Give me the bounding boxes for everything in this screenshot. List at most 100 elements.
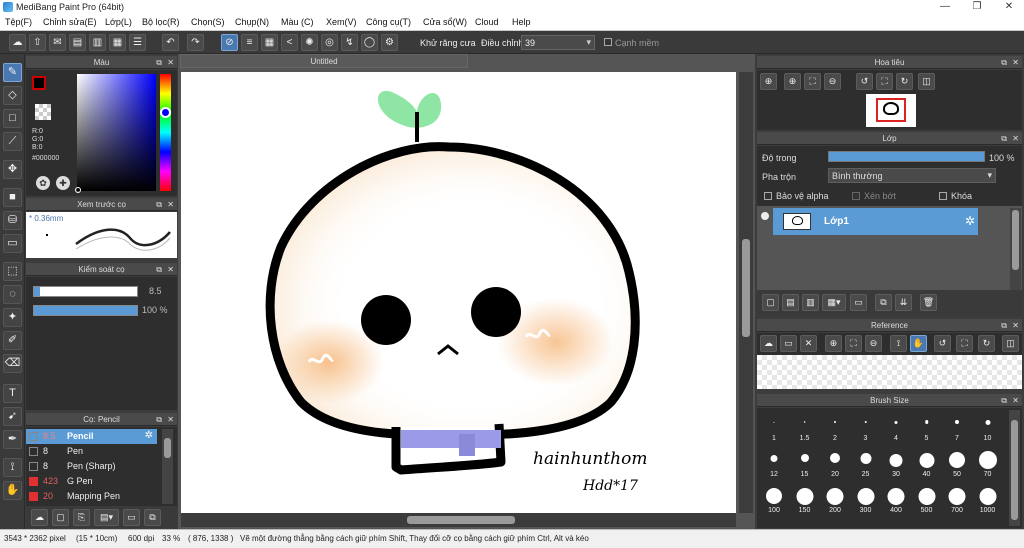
flip-icon[interactable]: ◫: [1002, 335, 1019, 352]
fit-icon[interactable]: ⛶: [845, 335, 862, 352]
brush-size-cell[interactable]: 5: [912, 412, 942, 442]
zoom-icon[interactable]: ⊕: [760, 73, 777, 90]
magic-wand-tool-icon[interactable]: ✦: [3, 308, 22, 327]
brush-size-cell[interactable]: 4: [881, 412, 911, 442]
brush-size-scrollbar[interactable]: [1009, 410, 1020, 526]
brush-size-cell[interactable]: 10: [973, 412, 1003, 442]
minimize-button[interactable]: —: [930, 1, 960, 12]
select-pen-tool-icon[interactable]: ✐: [3, 331, 22, 350]
operation-tool-icon[interactable]: ➹: [3, 407, 22, 426]
document-icon[interactable]: ▥: [89, 34, 106, 51]
brush-size-cell[interactable]: 7: [942, 412, 972, 442]
brush-size-cell[interactable]: 500: [912, 484, 942, 514]
reference-image-area[interactable]: [757, 355, 1022, 389]
close-icon[interactable]: ✕: [1012, 56, 1019, 69]
circle-snap-icon[interactable]: ◎: [321, 34, 338, 51]
close-icon[interactable]: ✕: [167, 263, 174, 276]
eye-icon[interactable]: [761, 212, 769, 220]
clipping-checkbox[interactable]: [852, 192, 860, 200]
maximize-button[interactable]: ❐: [962, 1, 992, 12]
brush-size-cell[interactable]: 1.5: [790, 412, 820, 442]
copy-brush-icon[interactable]: ⎘: [73, 509, 90, 526]
zoom-out-icon[interactable]: ⊖: [824, 73, 841, 90]
gear-icon[interactable]: ✲: [965, 214, 975, 228]
folder-icon[interactable]: ▭: [123, 509, 140, 526]
radial-snap-icon[interactable]: ✺: [301, 34, 318, 51]
close-icon[interactable]: ✕: [167, 198, 174, 211]
brush-size-slider[interactable]: [33, 286, 138, 297]
menu-layer[interactable]: Lớp(L): [105, 17, 132, 27]
curve-snap-icon[interactable]: ↯: [341, 34, 358, 51]
eyedropper-icon[interactable]: ⟟: [890, 335, 907, 352]
close-icon[interactable]: ✕: [1012, 394, 1019, 407]
brush-size-cell[interactable]: 3: [851, 412, 881, 442]
cross-snap-icon[interactable]: ▦: [261, 34, 278, 51]
undock-icon[interactable]: ⧉: [1001, 394, 1007, 407]
parallel-snap-icon[interactable]: ≡: [241, 34, 258, 51]
saturation-value-picker[interactable]: [75, 74, 156, 193]
close-button[interactable]: ✕: [994, 1, 1024, 12]
hue-handle[interactable]: [160, 107, 171, 118]
undo-icon[interactable]: ↶: [162, 34, 179, 51]
brush-size-cell[interactable]: 700: [942, 484, 972, 514]
undock-icon[interactable]: ⧉: [156, 56, 162, 69]
undock-icon[interactable]: ⧉: [1001, 56, 1007, 69]
menu-edit[interactable]: Chỉnh sửa(E): [43, 17, 97, 27]
brush-list-scrollbar[interactable]: [162, 429, 173, 504]
close-icon[interactable]: ✕: [1012, 132, 1019, 145]
new-folder-icon[interactable]: ▭: [850, 294, 867, 311]
correction-select[interactable]: 39 ▾: [521, 35, 595, 50]
brush-size-cell[interactable]: 300: [851, 484, 881, 514]
canvas-vertical-scrollbar[interactable]: [739, 72, 753, 513]
scroll-thumb[interactable]: [1012, 210, 1019, 270]
brush-size-cell[interactable]: 1: [759, 412, 789, 442]
select-eraser-tool-icon[interactable]: ⌫: [3, 354, 22, 373]
menu-color[interactable]: Màu (C): [281, 17, 314, 27]
foreground-color-swatch[interactable]: [32, 76, 46, 90]
open-folder-icon[interactable]: ▭: [780, 335, 797, 352]
redo-icon[interactable]: ↷: [187, 34, 204, 51]
menu-cloud[interactable]: Cloud: [475, 17, 499, 27]
canvas-horizontal-scrollbar[interactable]: [181, 513, 736, 527]
cloud-brush-icon[interactable]: ☁: [31, 509, 48, 526]
eyedropper-tool-icon[interactable]: ⟟: [3, 458, 22, 477]
new-halftone-layer-icon[interactable]: ▦▾: [822, 294, 846, 311]
menu-window[interactable]: Cửa sổ(W): [423, 17, 467, 27]
brush-size-cell[interactable]: 400: [881, 484, 911, 514]
layer-row[interactable]: Lớp1 ✲: [773, 208, 978, 235]
rotate-left-icon[interactable]: ↺: [934, 335, 951, 352]
menu-select[interactable]: Chọn(S): [191, 17, 225, 27]
brush-size-cell[interactable]: 25: [851, 448, 881, 478]
fill-rect-tool-icon[interactable]: ■: [3, 188, 22, 207]
new-8bit-layer-icon[interactable]: ▤: [782, 294, 799, 311]
divide-tool-icon[interactable]: ✒: [3, 430, 22, 449]
layer-opacity-slider[interactable]: [828, 151, 985, 162]
reset-view-icon[interactable]: ⛶: [956, 335, 973, 352]
move-tool-icon[interactable]: ✥: [3, 160, 22, 179]
add-brush-icon[interactable]: ▢: [52, 509, 69, 526]
eraser-tool-icon[interactable]: ◇: [3, 86, 22, 105]
document-tab[interactable]: Untitled: [180, 54, 468, 68]
undock-icon[interactable]: ⧉: [156, 198, 162, 211]
rotate-left-icon[interactable]: ↺: [856, 73, 873, 90]
lock-checkbox[interactable]: [939, 192, 947, 200]
comment-icon[interactable]: ✉: [49, 34, 66, 51]
hand-icon[interactable]: ✋: [910, 335, 927, 352]
menu-file[interactable]: Tệp(F): [5, 17, 32, 27]
menu-help[interactable]: Help: [512, 17, 531, 27]
undock-icon[interactable]: ⧉: [1001, 132, 1007, 145]
line-tool-icon[interactable]: ⟋: [3, 132, 22, 151]
ellipse-snap-icon[interactable]: ◯: [361, 34, 378, 51]
text-tool-icon[interactable]: T: [3, 384, 22, 403]
protect-alpha-checkbox[interactable]: [764, 192, 772, 200]
upload-icon[interactable]: ⇧: [29, 34, 46, 51]
layer-list-scrollbar[interactable]: [1010, 208, 1021, 290]
snap-off-icon[interactable]: ⊘: [221, 34, 238, 51]
duplicate-layer-icon[interactable]: ⧉: [875, 294, 892, 311]
rotate-right-icon[interactable]: ↻: [978, 335, 995, 352]
undock-icon[interactable]: ⧉: [156, 263, 162, 276]
bucket-tool-icon[interactable]: ⛁: [3, 211, 22, 230]
gradient-tool-icon[interactable]: ▭: [3, 234, 22, 253]
brush-size-cell[interactable]: 20: [820, 448, 850, 478]
list-icon[interactable]: ☰: [129, 34, 146, 51]
